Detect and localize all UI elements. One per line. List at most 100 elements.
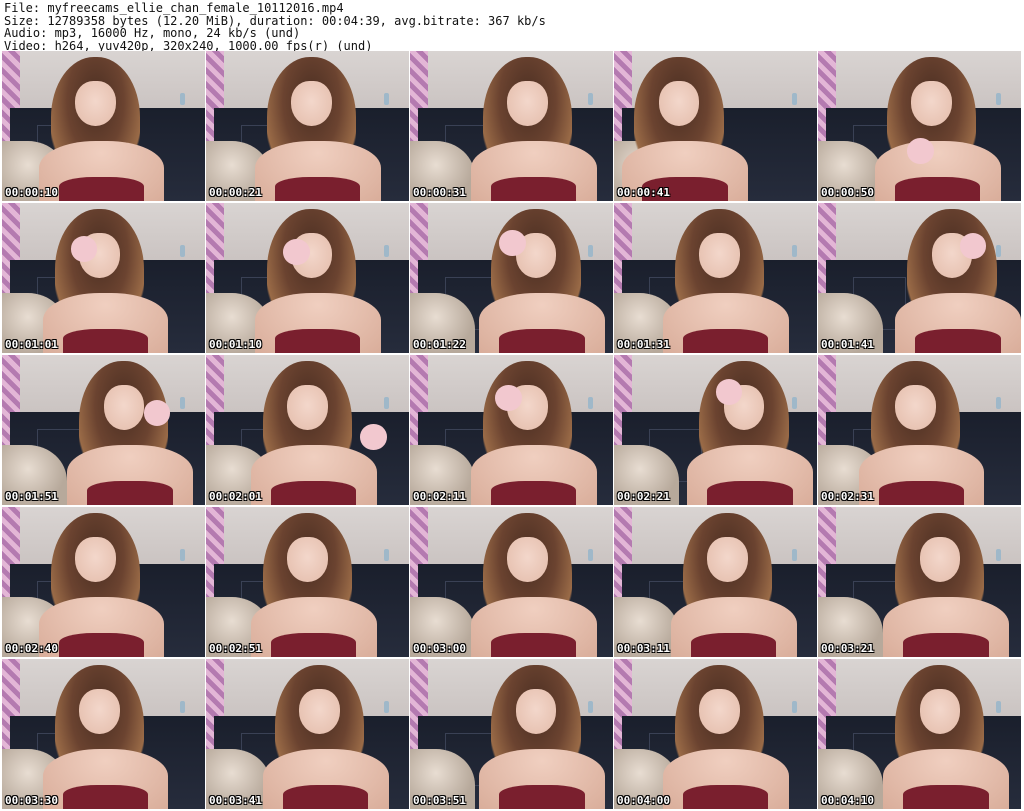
background-bottle (995, 93, 1001, 105)
video-thumbnail: 00:03:11 (614, 507, 817, 657)
background-bottle (587, 701, 593, 713)
video-thumbnail: 00:02:51 (206, 507, 409, 657)
person-top (62, 785, 149, 809)
video-thumbnail: 00:01:31 (614, 203, 817, 353)
compact-mirror (360, 424, 387, 450)
background-bottle (587, 549, 593, 561)
thumbnail-timestamp: 00:04:10 (821, 794, 874, 807)
video-thumbnail: 00:04:10 (818, 659, 1021, 809)
video-thumbnail: 00:04:00 (614, 659, 817, 809)
video-thumbnail: 00:03:51 (410, 659, 613, 809)
person-top (903, 785, 989, 809)
person-top (895, 177, 981, 201)
video-thumbnail: 00:02:11 (410, 355, 613, 505)
thumbnail-timestamp: 00:03:41 (209, 794, 262, 807)
person-face (699, 233, 740, 278)
thumbnail-timestamp: 00:00:41 (617, 186, 670, 199)
person-face (911, 81, 952, 126)
video-thumbnail: 00:00:31 (410, 51, 613, 201)
background-bottle (791, 701, 797, 713)
background-bottle (383, 701, 389, 713)
background-bottle (383, 245, 389, 257)
video-thumbnail: 00:01:22 (410, 203, 613, 353)
background-bottle (791, 397, 797, 409)
video-thumbnail: 00:01:51 (2, 355, 205, 505)
file-name-line: File: myfreecams_ellie_chan_female_10112… (4, 1, 344, 15)
background-bottle (179, 397, 185, 409)
audio-info-line: Audio: mp3, 16000 Hz, mono, 24 kb/s (und… (4, 26, 301, 40)
thumbnail-timestamp: 00:02:40 (5, 642, 58, 655)
video-thumbnail: 00:01:41 (818, 203, 1021, 353)
background-bottle (383, 549, 389, 561)
background-bottle (791, 549, 797, 561)
video-thumbnail: 00:02:21 (614, 355, 817, 505)
person-top (58, 633, 145, 657)
background-bottle (587, 397, 593, 409)
video-thumbnail: 00:03:00 (410, 507, 613, 657)
person-face (699, 689, 740, 734)
person-face (658, 81, 700, 126)
person-face (515, 689, 557, 734)
background-bottle (995, 397, 1001, 409)
person-top (62, 329, 149, 353)
background-bottle (383, 397, 389, 409)
person-top (491, 633, 577, 657)
background-bottle (383, 93, 389, 105)
thumbnail-timestamp: 00:03:00 (413, 642, 466, 655)
person-face (919, 537, 961, 582)
thumbnail-timestamp: 00:01:22 (413, 338, 466, 351)
thumbnail-timestamp: 00:02:11 (413, 490, 466, 503)
file-info-header: File: myfreecams_ellie_chan_female_10112… (4, 2, 546, 52)
person-top (915, 329, 1001, 353)
person-top (878, 481, 965, 505)
video-thumbnail: 00:00:10 (2, 51, 205, 201)
compact-mirror (715, 379, 742, 405)
thumbnail-timestamp: 00:02:51 (209, 642, 262, 655)
background-bottle (179, 245, 185, 257)
thumbnail-timestamp: 00:02:21 (617, 490, 670, 503)
background-bottle (791, 93, 797, 105)
video-thumbnail: 00:02:31 (818, 355, 1021, 505)
thumbnail-timestamp: 00:00:21 (209, 186, 262, 199)
person-top (87, 481, 173, 505)
thumbnail-timestamp: 00:01:31 (617, 338, 670, 351)
compact-mirror (71, 236, 98, 262)
person-face (79, 689, 120, 734)
video-thumbnail: 00:03:21 (818, 507, 1021, 657)
person-top (491, 481, 577, 505)
thumbnail-timestamp: 00:00:50 (821, 186, 874, 199)
thumbnail-timestamp: 00:03:21 (821, 642, 874, 655)
background-bottle (179, 549, 185, 561)
person-top (275, 329, 361, 353)
background-bottle (587, 245, 593, 257)
thumbnail-timestamp: 00:00:10 (5, 186, 58, 199)
thumbnail-timestamp: 00:01:01 (5, 338, 58, 351)
video-thumbnail: 00:03:41 (206, 659, 409, 809)
compact-mirror (283, 239, 310, 265)
video-thumbnail: 00:01:01 (2, 203, 205, 353)
thumbnail-timestamp: 00:01:51 (5, 490, 58, 503)
background-bottle (791, 245, 797, 257)
video-thumbnail: 00:00:21 (206, 51, 409, 201)
person-face (287, 385, 328, 430)
video-thumbnail: 00:03:30 (2, 659, 205, 809)
person-top (683, 785, 769, 809)
person-face (895, 385, 936, 430)
person-top (903, 633, 989, 657)
person-top (58, 177, 145, 201)
person-top (283, 785, 369, 809)
background-bottle (995, 549, 1001, 561)
person-face (919, 689, 961, 734)
thumbnail-timestamp: 00:00:31 (413, 186, 466, 199)
thumbnail-timestamp: 00:01:41 (821, 338, 874, 351)
person-face (507, 81, 549, 126)
person-top (275, 177, 361, 201)
person-top (499, 329, 585, 353)
compact-mirror (499, 230, 526, 256)
person-face (507, 537, 549, 582)
video-thumbnail: 00:01:10 (206, 203, 409, 353)
person-face (75, 81, 116, 126)
background-bottle (587, 93, 593, 105)
person-top (683, 329, 769, 353)
video-thumbnail: 00:02:01 (206, 355, 409, 505)
